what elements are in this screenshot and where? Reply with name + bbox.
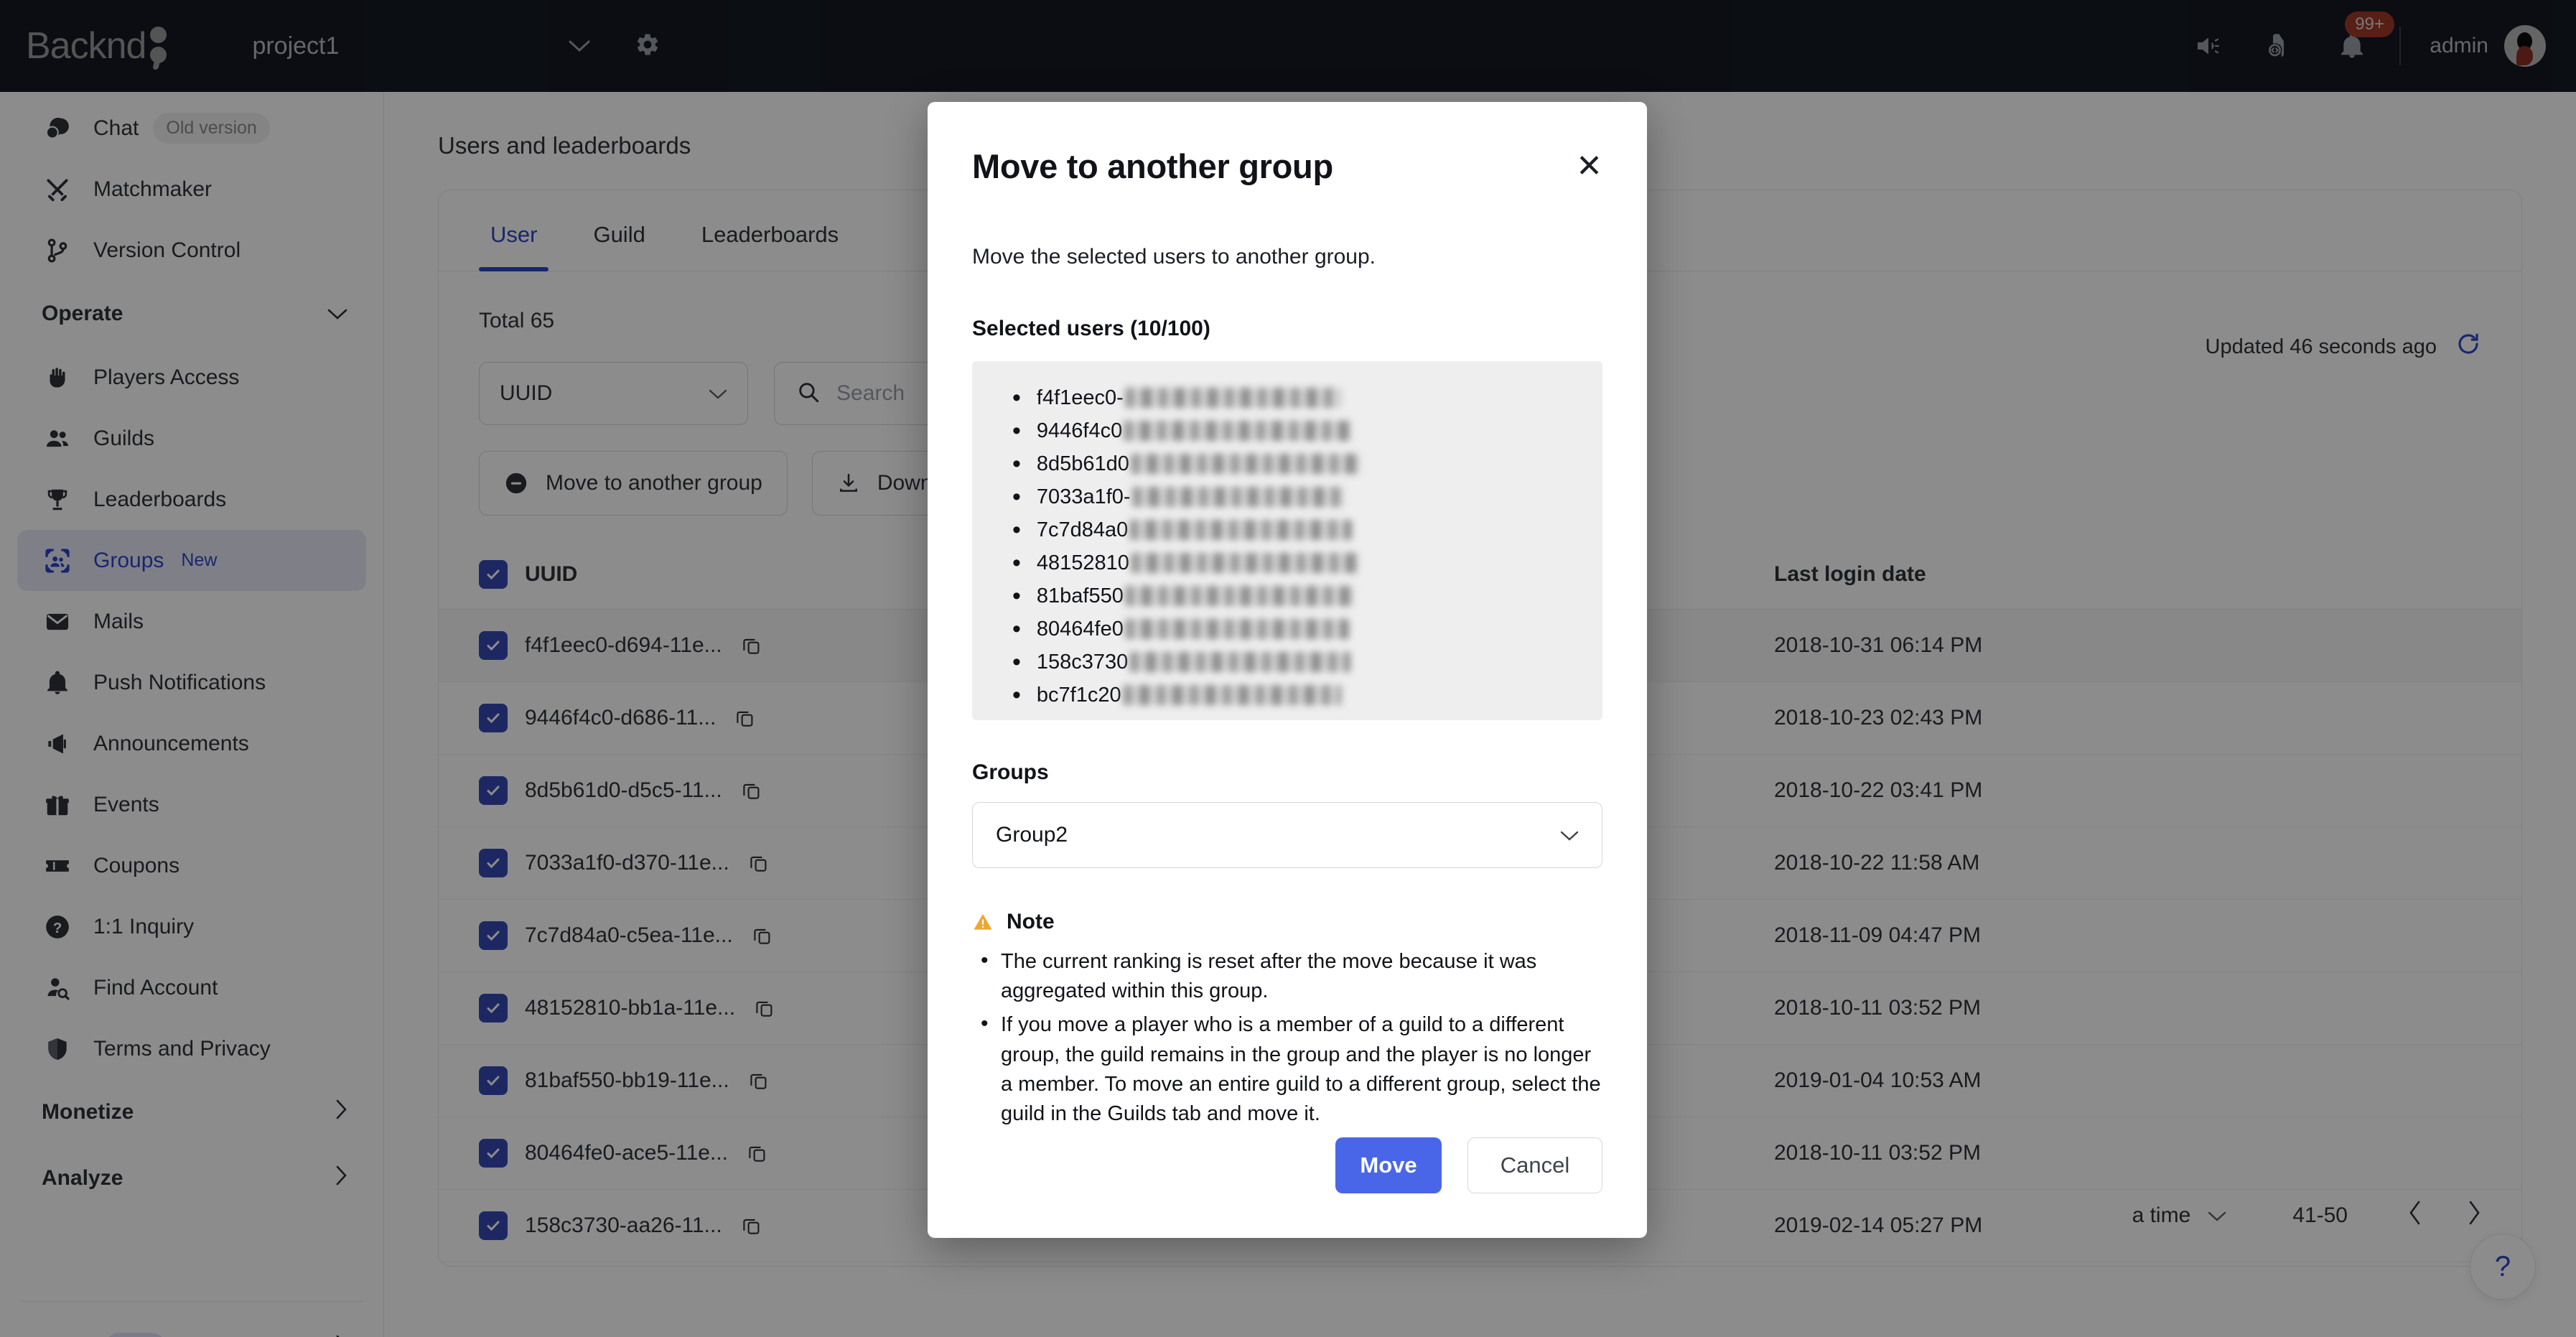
note-item: The current ranking is reset after the m… [972,946,1602,1006]
redacted-uuid [1131,487,1345,507]
uuid-prefix: 158c3730 [1036,650,1129,674]
redacted-uuid [1129,652,1351,672]
uuid-prefix: bc7f1c20 [1036,683,1121,707]
uuid-prefix: 9446f4c0 [1036,419,1123,442]
list-item: 81baf550 [972,579,1602,612]
list-item: 48152810 [972,546,1602,579]
move-to-group-modal: Move to another group ✕ Move the selecte… [928,102,1647,1238]
note-title: Note [1007,910,1055,933]
group-select[interactable]: Group2 [972,802,1602,868]
redacted-uuid [1124,586,1355,606]
selected-users-list: f4f1eec0- 9446f4c0 8d5b61d0 7033a1f0- 7c… [972,361,1602,720]
uuid-prefix: 48152810 [1036,551,1129,574]
list-item: 7c7d84a0 [972,513,1602,546]
list-item: 9446f4c0 [972,414,1602,447]
list-item: f4f1eec0- [972,381,1602,414]
modal-actions: Move Cancel [1335,1137,1602,1193]
move-button[interactable]: Move [1335,1137,1442,1193]
redacted-uuid [1122,685,1341,705]
uuid-prefix: 81baf550 [1036,584,1124,607]
list-item: bc7f1c20 [972,679,1602,712]
warning-triangle-icon [972,911,994,933]
groups-label: Groups [972,760,1049,784]
modal-header: Move to another group ✕ [972,146,1602,186]
app-root: Backnd project1 99+ admin Chat Old versi… [0,0,2576,1337]
uuid-prefix: 7033a1f0- [1036,485,1131,508]
redacted-uuid [1124,421,1353,441]
redacted-uuid [1124,619,1349,639]
uuid-prefix: f4f1eec0- [1036,386,1124,409]
uuid-prefix: 8d5b61d0 [1036,452,1129,475]
redacted-uuid [1129,520,1353,540]
redacted-uuid [1130,553,1358,573]
list-item: 7033a1f0- [972,480,1602,513]
list-item: 8d5b61d0 [972,447,1602,480]
modal-subtitle: Move the selected users to another group… [972,245,1376,269]
close-icon[interactable]: ✕ [1576,146,1602,182]
list-item: 158c3730 [972,646,1602,679]
modal-title: Move to another group [972,147,1333,185]
note-header: Note [972,910,1602,934]
chevron-down-icon [1560,823,1579,847]
redacted-uuid [1130,454,1362,474]
list-item: 80464fe0 [972,612,1602,646]
uuid-prefix: 80464fe0 [1036,617,1124,640]
redacted-uuid [1124,388,1340,408]
note-list: The current ranking is reset after the m… [972,946,1602,1129]
selected-users-label: Selected users (10/100) [972,317,1210,340]
note-item: If you move a player who is a member of … [972,1009,1602,1129]
cancel-button[interactable]: Cancel [1467,1137,1602,1193]
uuid-prefix: 7c7d84a0 [1036,518,1129,541]
group-select-value: Group2 [996,823,1068,847]
